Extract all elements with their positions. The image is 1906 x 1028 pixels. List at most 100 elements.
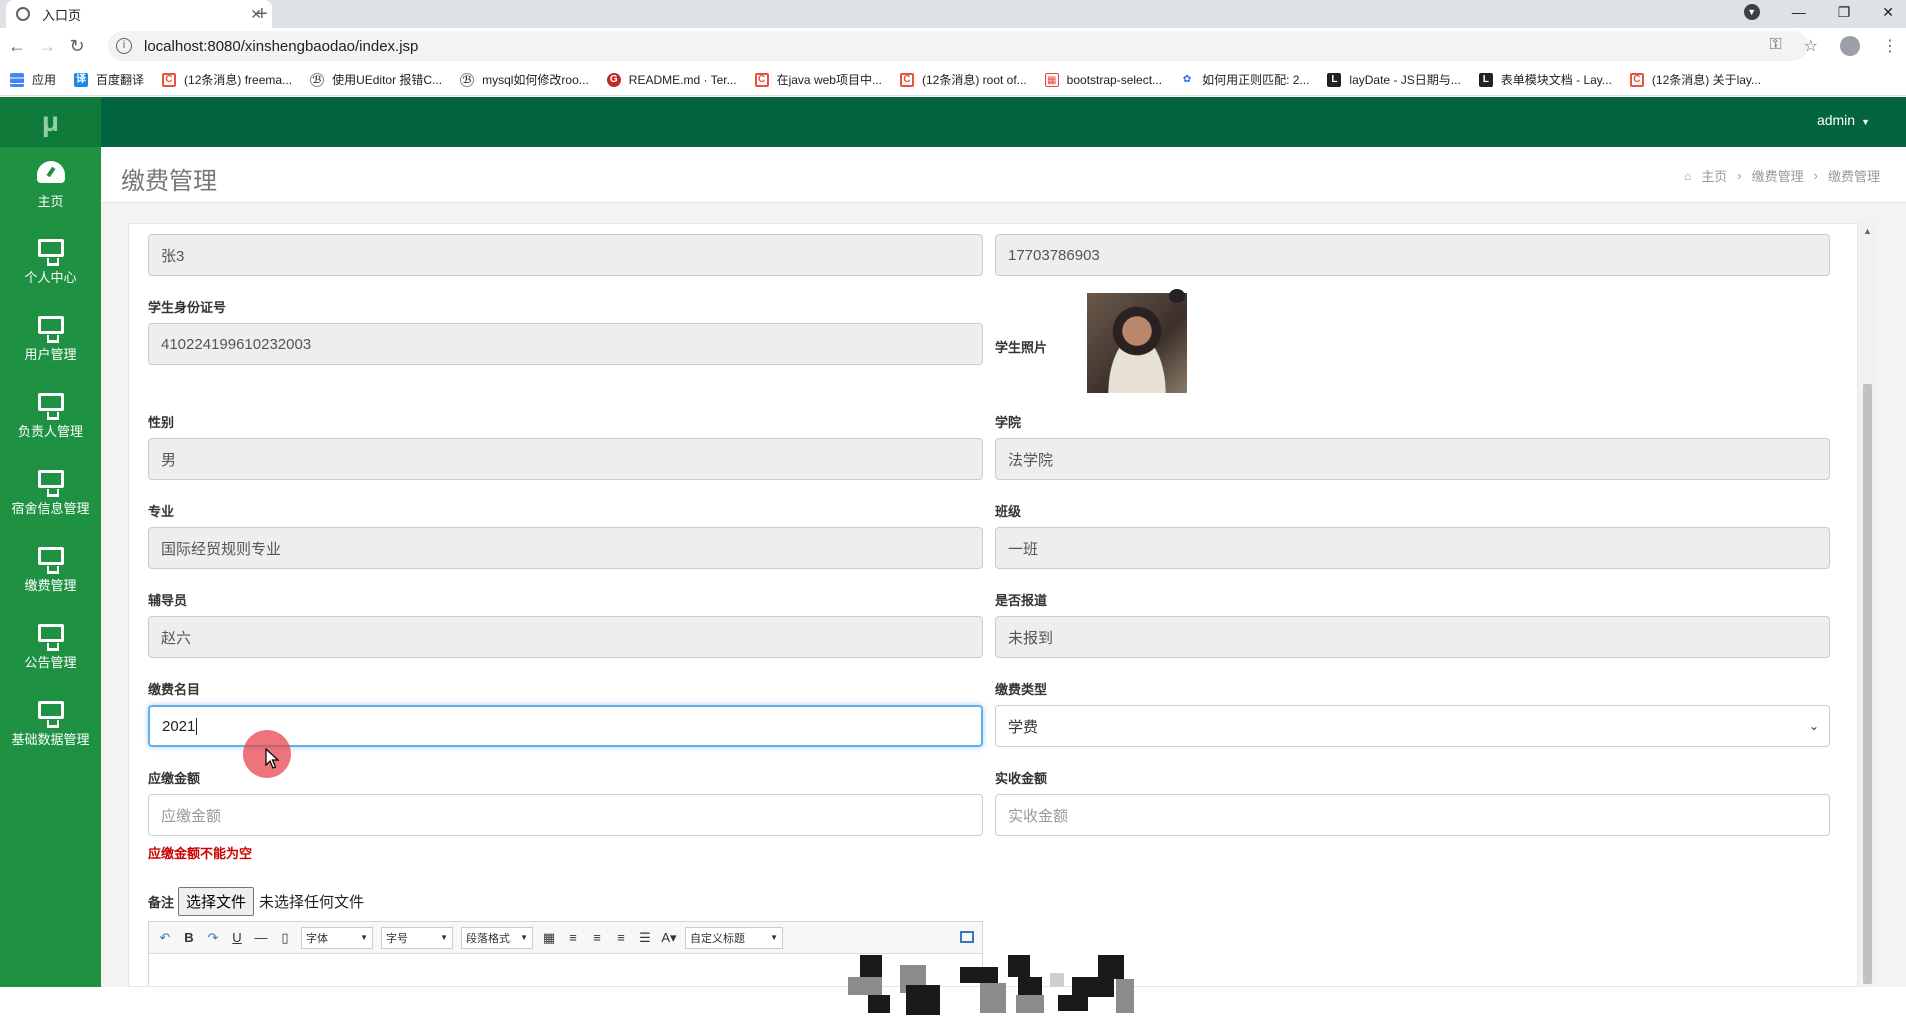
scroll-up-icon[interactable]: ▲ [1863, 226, 1872, 236]
breadcrumb-section[interactable]: 缴费管理 [1752, 166, 1804, 185]
sidebar-item[interactable]: 缴费管理 [0, 532, 101, 609]
bookmark-item[interactable]: 应用 [10, 71, 56, 88]
college-field: 法学院 [995, 438, 1830, 480]
page-icon[interactable]: ▯ [277, 930, 293, 946]
font-size-select[interactable]: 字号 ▼ [381, 926, 453, 949]
bookmark-item[interactable]: C (12条消息) root of... [899, 71, 1027, 88]
key-icon[interactable]: ⚿ [1769, 36, 1781, 56]
url-text: localhost:8080/xinshengbaodao/index.jsp [144, 37, 419, 55]
class-label: 班级 [995, 504, 1022, 519]
caret-down-icon: ▼ [1861, 117, 1870, 127]
bookmark-item[interactable]: 译百度翻译 [74, 71, 144, 88]
back-button[interactable]: ← [4, 36, 30, 57]
sidebar-item[interactable]: 宿舍信息管理 [0, 455, 101, 532]
breadcrumb: ⌂ 主页 › 缴费管理 › 缴费管理 [1684, 166, 1880, 185]
redo-icon[interactable]: ↷ [205, 930, 221, 946]
horizontal-rule-icon[interactable]: — [253, 930, 269, 945]
apps-grid-icon [10, 72, 24, 87]
page-scrollbar[interactable]: ▲ [1858, 221, 1876, 987]
baidu-paw-icon: ✿ [1180, 72, 1195, 87]
user-menu[interactable]: admin ▼ [1817, 112, 1870, 128]
sidebar-item[interactable]: 公告管理 [0, 609, 101, 686]
page-header: 缴费管理 ⌂ 主页 › 缴费管理 › 缴费管理 [101, 147, 1906, 203]
bookmark-label: layDate - JS日期与... [1349, 73, 1461, 87]
underline-icon[interactable]: U [229, 930, 245, 945]
class-value: 一班 [1008, 540, 1039, 558]
bookmark-item[interactable]: LlayDate - JS日期与... [1327, 71, 1461, 88]
bookmarks-bar: 应用 译百度翻译 C (12条消息) freema... ℬ 使用UEditor 报错C.… [0, 64, 1906, 96]
custom-title-value: 自定义标题 [690, 932, 745, 945]
align-left-icon[interactable]: ≡ [565, 930, 581, 945]
sidebar-item[interactable]: 用户管理 [0, 301, 101, 378]
content-area: 张3 17703786903 学生身份证号 410224199610232003… [101, 203, 1906, 987]
amount-due-input[interactable]: 应缴金额 [148, 794, 983, 836]
bookmark-item[interactable]: ▦ bootstrap-select... [1044, 72, 1162, 87]
undo-icon[interactable]: ↶ [157, 930, 173, 946]
major-field: 国际经贸规则专业 [148, 527, 983, 569]
profile-icon[interactable] [1840, 36, 1860, 56]
toolbar-right: ⚿ ☆ ⋮ [1769, 36, 1898, 56]
choose-file-button[interactable]: 选择文件 [178, 887, 255, 916]
tab-title: 入口页 [42, 7, 82, 23]
browser-tab[interactable]: 入口页 ✕ [6, 0, 272, 28]
logo[interactable]: μ [0, 97, 101, 147]
window-close-button[interactable]: ✕ [1882, 4, 1894, 21]
table-icon[interactable]: ▦ [541, 930, 557, 946]
monitor-icon [37, 316, 64, 343]
address-bar[interactable]: i localhost:8080/xinshengbaodao/index.js… [108, 31, 1808, 61]
menu-icon[interactable]: ⋮ [1882, 36, 1898, 56]
font-color-icon[interactable]: A▾ [661, 930, 677, 946]
amount-due-label: 应缴金额 [148, 771, 201, 786]
paragraph-select[interactable]: 段落格式 ▼ [461, 926, 533, 949]
custom-title-select[interactable]: 自定义标题 ▼ [685, 926, 783, 949]
breadcrumb-home[interactable]: 主页 [1701, 166, 1727, 185]
sidebar-item[interactable]: 基础数据管理 [0, 686, 101, 763]
sidebar-item-label: 负责人管理 [17, 424, 83, 439]
minimize-button[interactable]: — [1792, 4, 1806, 21]
sidebar-item-label: 基础数据管理 [11, 732, 90, 747]
chevron-down-icon: ⌄ [1808, 719, 1819, 733]
bookmark-item[interactable]: C (12条消息) freema... [162, 71, 292, 88]
bold-icon[interactable]: B [181, 930, 197, 945]
align-justify-icon[interactable]: ☰ [637, 930, 653, 946]
bookmark-item[interactable]: ✿ 如何用正则匹配: 2... [1180, 71, 1309, 88]
paragraph-value: 段落格式 [466, 932, 510, 945]
new-tab-button[interactable]: + [256, 3, 268, 26]
bookmark-item[interactable]: ℬ 使用UEditor 报错C... [310, 71, 442, 88]
fee-type-select[interactable]: 学费 ⌄ [995, 705, 1830, 747]
align-center-icon[interactable]: ≡ [613, 930, 629, 945]
amount-paid-label: 实收金额 [995, 771, 1048, 786]
bookmark-item[interactable]: L 表单模块文档 - Lay... [1478, 71, 1612, 88]
bookmark-label: 表单模块文档 - Lay... [1500, 73, 1612, 87]
scroll-thumb[interactable] [1863, 384, 1872, 984]
bookmark-label: 如何用正则匹配: 2... [1202, 73, 1310, 87]
bookmark-item[interactable]: ℬmysql如何修改roo... [460, 71, 589, 88]
align-right-icon[interactable]: ≡ [589, 930, 605, 945]
restore-button[interactable]: ❐ [1838, 4, 1851, 21]
sidebar-item[interactable]: 主页 [0, 147, 101, 224]
source-view-icon[interactable] [960, 931, 974, 943]
amount-paid-input[interactable]: 实收金额 [995, 794, 1830, 836]
layui-icon: L [1327, 72, 1342, 87]
bookmark-item[interactable]: C 在java web项目中... [754, 71, 882, 88]
bookmark-item[interactable]: G README.md · Ter... [606, 72, 737, 87]
bookmark-label: 使用UEditor 报错C... [332, 73, 443, 87]
sidebar-item-label: 宿舍信息管理 [11, 501, 90, 516]
phone-field: 17703786903 [995, 234, 1830, 276]
star-icon[interactable]: ☆ [1804, 36, 1818, 56]
phone-value: 17703786903 [1008, 246, 1100, 264]
forward-button[interactable]: → [34, 36, 60, 57]
font-family-select[interactable]: 字体 ▼ [301, 926, 373, 949]
sidebar-item[interactable]: 负责人管理 [0, 378, 101, 455]
sidebar-item[interactable]: 个人中心 [0, 224, 101, 301]
reported-field: 未报到 [995, 616, 1830, 658]
monitor-icon [37, 470, 64, 497]
fee-type-label: 缴费类型 [995, 682, 1048, 697]
bookmark-item[interactable]: C (12条消息) 关于lay... [1629, 71, 1761, 88]
fee-name-value: 2021 [162, 717, 196, 735]
reload-button[interactable]: ↻ [64, 36, 90, 57]
info-icon[interactable]: i [116, 38, 132, 54]
id-card-label: 学生身份证号 [148, 300, 227, 315]
major-label: 专业 [148, 504, 175, 519]
tab-search-icon[interactable]: ▼ [1743, 4, 1760, 20]
